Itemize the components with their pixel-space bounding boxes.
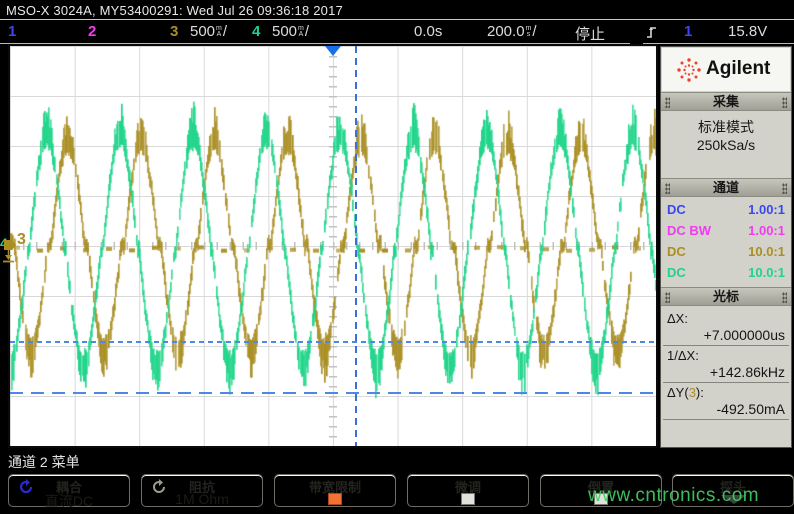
waveform-display	[8, 44, 658, 448]
channel-3-ground-marker[interactable]: 3	[17, 231, 26, 249]
checkbox-unchecked-icon	[461, 493, 475, 505]
divider	[663, 345, 789, 346]
delta-y-value: -492.50mA	[717, 401, 785, 417]
info-panel: Agilent 采集 标准模式 250kSa/s 通道 DC1.00:1 DC …	[660, 46, 792, 448]
oscilloscope-screen: MSO-X 3024A, MY53400291: Wed Jul 26 09:3…	[0, 0, 794, 514]
brand-name: Agilent	[706, 58, 770, 80]
acquisition-header[interactable]: 采集	[661, 92, 791, 111]
cursors-header[interactable]: 光标	[661, 287, 791, 306]
sample-rate: 250kSa/s	[661, 137, 791, 153]
trigger-position-marker[interactable]	[325, 46, 341, 56]
delta-x-value: +7.000000us	[704, 327, 785, 343]
softkey-bandwidth-limit[interactable]: 带宽限制	[274, 474, 396, 507]
trigger-edge-icon	[646, 24, 658, 44]
status-separator-right	[643, 43, 794, 44]
channel-4-scale[interactable]: 500mA/	[272, 23, 309, 40]
brand-box: Agilent	[662, 48, 790, 91]
softkey-impedance[interactable]: 阻抗 1M Ohm	[141, 474, 263, 507]
y1-cursor-line[interactable]	[10, 341, 656, 343]
checkbox-checked-icon	[328, 493, 342, 505]
grip-icon	[665, 292, 670, 303]
grip-icon	[665, 97, 670, 108]
channel-1-coupling-row[interactable]: DC1.00:1	[661, 199, 791, 220]
title-bar: MSO-X 3024A, MY53400291: Wed Jul 26 09:3…	[0, 0, 794, 20]
time-offset[interactable]: 0.0s	[414, 23, 442, 40]
softkey-menu-title: 通道 2 菜单	[8, 452, 80, 472]
x-cursor-line[interactable]	[355, 46, 357, 446]
channel-2-coupling-row[interactable]: DC BW1.00:1	[661, 220, 791, 241]
divider	[663, 419, 789, 420]
y2-cursor-line[interactable]	[10, 392, 656, 394]
delta-x-label: ΔX:	[667, 311, 688, 326]
softkey-coupling[interactable]: 耦合 直流DC	[8, 474, 130, 507]
trigger-level[interactable]: 15.8V	[728, 23, 767, 40]
acquisition-mode: 标准模式	[661, 117, 791, 137]
grip-icon	[782, 292, 787, 303]
instrument-title: MSO-X 3024A, MY53400291: Wed Jul 26 09:3…	[6, 3, 343, 18]
inv-delta-x-label: 1/ΔX:	[667, 348, 699, 363]
ground-symbol-icon	[2, 250, 15, 269]
agilent-logo-icon	[674, 55, 704, 90]
timebase-scale[interactable]: 200.0ms/	[487, 23, 537, 40]
status-bar: 1 2 3 500mA/ 4 500mA/ 0.0s 200.0ms/ 停止 1…	[0, 21, 794, 43]
channel-4-scale-unit: mA	[298, 26, 304, 38]
trigger-source[interactable]: 1	[684, 23, 692, 40]
waveform-traces	[10, 46, 656, 446]
channel-3-coupling-row[interactable]: DC10.0:1	[661, 241, 791, 262]
channel-1-badge[interactable]: 1	[8, 23, 16, 40]
inv-delta-x-value: +142.86kHz	[710, 364, 785, 380]
channel-3-scale-unit: mA	[216, 26, 222, 38]
delta-y-label: ΔY(3):	[667, 385, 704, 400]
channel-2-badge[interactable]: 2	[88, 23, 96, 40]
grip-icon	[782, 183, 787, 194]
timebase-unit: ms	[526, 26, 532, 38]
channel-3-badge[interactable]: 3	[170, 23, 178, 40]
run-state[interactable]: 停止	[575, 23, 605, 44]
channel-4-coupling-row[interactable]: DC10.0:1	[661, 262, 791, 283]
divider	[663, 382, 789, 383]
watermark-text: www.cntronics.com	[588, 485, 759, 507]
grip-icon	[665, 183, 670, 194]
channels-header[interactable]: 通道	[661, 178, 791, 197]
channel-3-scale[interactable]: 500mA/	[190, 23, 227, 40]
grip-icon	[782, 97, 787, 108]
softkey-fine-adjust[interactable]: 微调	[407, 474, 529, 507]
channel-4-badge[interactable]: 4	[252, 23, 260, 40]
